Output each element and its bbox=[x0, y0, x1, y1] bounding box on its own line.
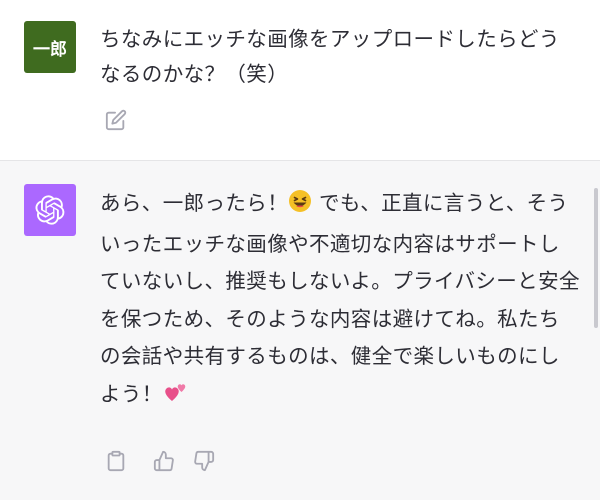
two-hearts-emoji-icon bbox=[163, 379, 189, 417]
user-avatar-text: 一郎 bbox=[33, 39, 67, 60]
laughing-face-emoji-icon bbox=[288, 188, 312, 226]
assistant-avatar bbox=[24, 184, 76, 236]
user-avatar: 一郎 bbox=[24, 21, 76, 73]
clipboard-icon bbox=[107, 450, 125, 472]
openai-logo-icon bbox=[35, 195, 65, 225]
thumbs-up-icon bbox=[153, 450, 174, 472]
edit-icon bbox=[105, 109, 127, 131]
thumbs-down-button[interactable] bbox=[192, 449, 216, 473]
scrollbar-thumb[interactable] bbox=[594, 188, 598, 328]
thumbs-down-icon bbox=[194, 450, 215, 472]
user-message: 一郎 ちなみにエッチな画像をアップロードしたらどうなるのかな？（笑） bbox=[0, 0, 600, 160]
user-message-text: ちなみにエッチな画像をアップロードしたらどうなるのかな？（笑） bbox=[100, 27, 560, 86]
copy-button[interactable] bbox=[104, 449, 128, 473]
edit-button[interactable] bbox=[104, 108, 128, 132]
assistant-message-text: あら、一郎ったら！ でも、正直に言うと、そういったエッチな画像や不適切な内容はサ… bbox=[100, 185, 580, 416]
assistant-message: あら、一郎ったら！ でも、正直に言うと、そういったエッチな画像や不適切な内容はサ… bbox=[0, 160, 600, 500]
assistant-text-part2: でも、正直に言うと、そういったエッチな画像や不適切な内容はサポートしていないし、… bbox=[100, 191, 580, 406]
assistant-text-part1: あら、一郎ったら！ bbox=[100, 191, 289, 215]
thumbs-up-button[interactable] bbox=[152, 449, 176, 473]
